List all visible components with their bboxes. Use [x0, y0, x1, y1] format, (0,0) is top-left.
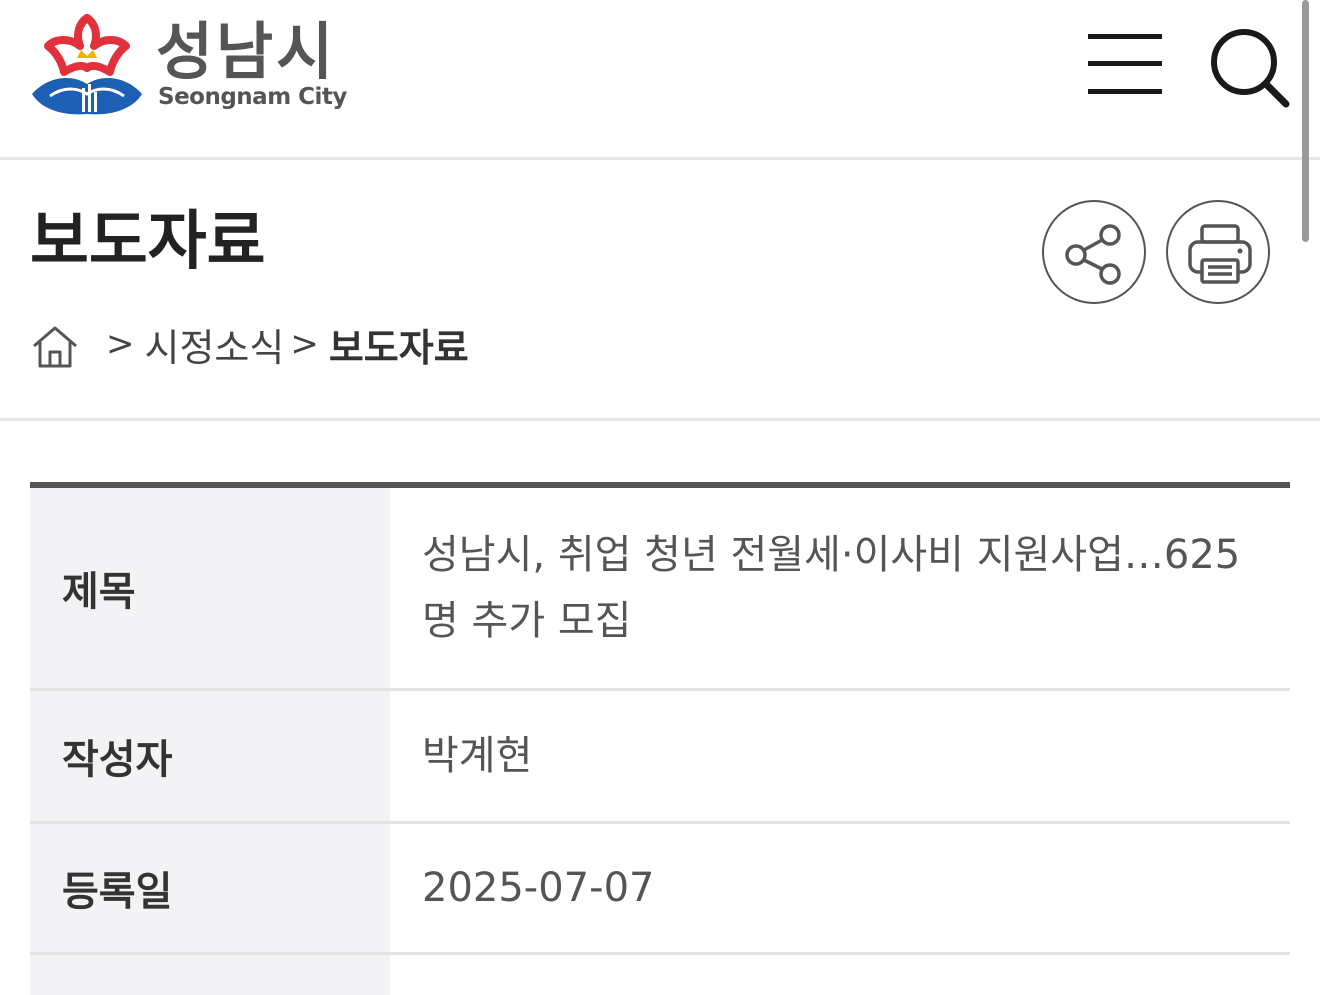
hamburger-menu-icon[interactable]	[1086, 32, 1164, 96]
partial-row-value	[390, 955, 1290, 995]
home-icon[interactable]	[30, 322, 80, 372]
breadcrumb-separator: >	[106, 324, 135, 364]
table-row-partial	[30, 955, 1290, 995]
breadcrumb-item-press-release: 보도자료	[328, 325, 469, 370]
logo-english-text: Seongnam City	[158, 84, 347, 110]
author-label: 작성자	[30, 691, 390, 821]
share-icon	[1065, 224, 1121, 285]
table-row-date: 등록일 2025-07-07	[30, 824, 1290, 955]
breadcrumb-separator: >	[290, 324, 319, 364]
page-title: 보도자료	[30, 205, 266, 279]
section-divider	[0, 418, 1320, 421]
date-value: 2025-07-07	[422, 865, 655, 911]
seongnam-city-logo[interactable]: 성남시 Seongnam City	[28, 12, 348, 120]
table-row-title: 제목 성남시, 취업 청년 전월세·이사비 지원사업…625명 추가 모집	[30, 488, 1290, 691]
article-info-table: 제목 성남시, 취업 청년 전월세·이사비 지원사업…625명 추가 모집 작성…	[30, 482, 1290, 995]
logo-korean-text: 성남시	[156, 15, 337, 88]
site-header: 성남시 Seongnam City	[0, 0, 1320, 160]
date-label: 등록일	[30, 824, 390, 952]
page-scrollbar[interactable]	[1302, 0, 1309, 242]
breadcrumb-item-city-news[interactable]: 시정소식	[145, 317, 285, 372]
title-value: 성남시, 취업 청년 전월세·이사비 지원사업…625명 추가 모집	[422, 532, 1241, 644]
printer-icon	[1188, 224, 1252, 284]
seongnam-emblem-icon	[32, 14, 142, 115]
share-button[interactable]	[1042, 200, 1146, 304]
breadcrumb: > 시정소식 > 보도자료	[30, 312, 469, 376]
author-value: 박계현	[422, 733, 533, 779]
title-label: 제목	[30, 488, 390, 688]
table-row-author: 작성자 박계현	[30, 691, 1290, 824]
partial-row-label	[30, 955, 390, 995]
search-icon[interactable]	[1206, 24, 1292, 110]
print-button[interactable]	[1166, 200, 1270, 304]
